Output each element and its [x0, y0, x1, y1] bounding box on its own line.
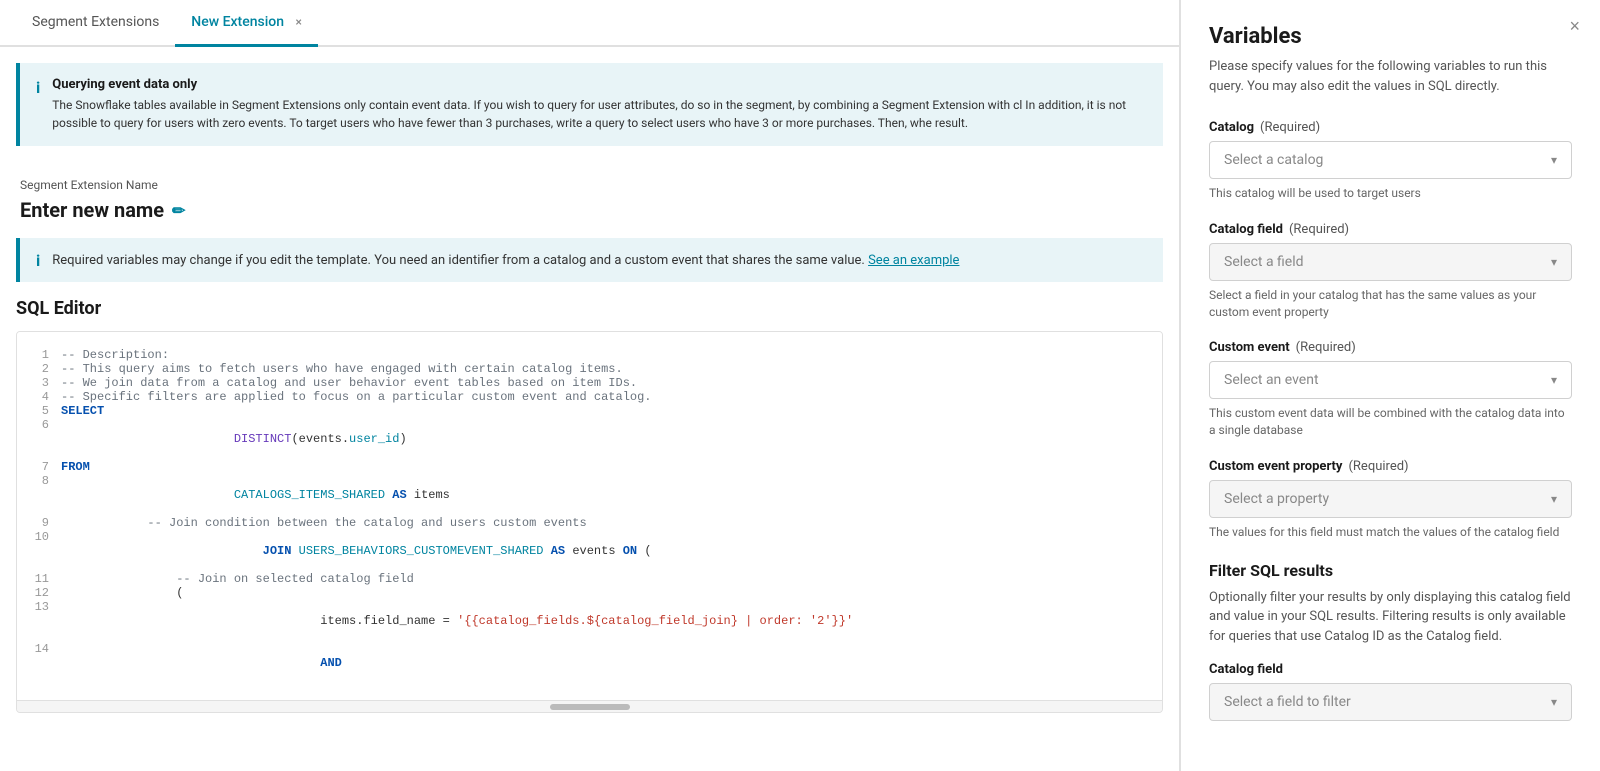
custom-event-hint: This custom event data will be combined …: [1209, 405, 1572, 439]
name-label: Segment Extension Name: [20, 178, 1159, 192]
code-line-9: 9 -- Join condition between the catalog …: [25, 516, 1154, 530]
filter-section-desc: Optionally filter your results by only d…: [1209, 588, 1572, 647]
catalog-field-label: Catalog (Required): [1209, 120, 1572, 135]
code-line-6: 6 DISTINCT(events.user_id): [25, 418, 1154, 460]
left-content: i Querying event data only The Snowflake…: [0, 47, 1179, 771]
catalog-field-field-label: Catalog field (Required): [1209, 222, 1572, 237]
code-line-2: 2 -- This query aims to fetch users who …: [25, 362, 1154, 376]
catalog-field-hint: Select a field in your catalog that has …: [1209, 287, 1572, 321]
catalog-hint: This catalog will be used to target user…: [1209, 185, 1572, 202]
chevron-down-icon-4: ▾: [1551, 492, 1557, 506]
sql-editor-box[interactable]: 1 -- Description: 2 -- This query aims t…: [16, 331, 1163, 713]
chevron-down-icon-2: ▾: [1551, 255, 1557, 269]
name-value: Enter new name ✏: [20, 198, 1159, 222]
code-line-8: 8 CATALOGS_ITEMS_SHARED AS items: [25, 474, 1154, 516]
event-property-select[interactable]: Select a property ▾: [1209, 480, 1572, 518]
tab-new-extension[interactable]: New Extension ×: [175, 0, 318, 47]
filter-section: Filter SQL results Optionally filter you…: [1209, 561, 1572, 722]
warning-info-icon: i: [36, 251, 40, 270]
info-banner-text: The Snowflake tables available in Segmen…: [52, 96, 1147, 132]
event-property-label: Custom event property (Required): [1209, 459, 1572, 474]
field-group-catalog: Catalog (Required) Select a catalog ▾ Th…: [1209, 120, 1572, 202]
name-section: Segment Extension Name Enter new name ✏: [0, 162, 1179, 238]
tab-bar: Segment Extensions New Extension ×: [0, 0, 1179, 47]
edit-name-icon[interactable]: ✏: [172, 201, 185, 220]
info-banner-title: Querying event data only: [52, 77, 1147, 92]
code-line-11: 11 -- Join on selected catalog field: [25, 572, 1154, 586]
panel-title: Variables: [1209, 24, 1572, 49]
code-line-4: 4 -- Specific filters are applied to foc…: [25, 390, 1154, 404]
info-icon: i: [36, 78, 40, 132]
code-line-3: 3 -- We join data from a catalog and use…: [25, 376, 1154, 390]
panel-subtitle: Please specify values for the following …: [1209, 57, 1572, 96]
info-banner: i Querying event data only The Snowflake…: [16, 63, 1163, 146]
filter-catalog-field-label: Catalog field: [1209, 662, 1572, 677]
event-property-hint: The values for this field must match the…: [1209, 524, 1572, 541]
see-example-link[interactable]: See an example: [868, 253, 959, 268]
field-group-catalog-field: Catalog field (Required) Select a field …: [1209, 222, 1572, 321]
warning-text: Required variables may change if you edi…: [52, 253, 959, 268]
field-group-custom-event: Custom event (Required) Select an event …: [1209, 340, 1572, 439]
tab-close-icon[interactable]: ×: [296, 15, 302, 29]
code-line-7: 7 FROM: [25, 460, 1154, 474]
scrollbar-thumb[interactable]: [550, 704, 630, 710]
catalog-field-select[interactable]: Select a field ▾: [1209, 243, 1572, 281]
close-button[interactable]: ×: [1569, 16, 1580, 37]
code-line-13: 13 items.field_name = '{{catalog_fields.…: [25, 600, 1154, 642]
filter-section-title: Filter SQL results: [1209, 561, 1572, 580]
left-panel: Segment Extensions New Extension × i Que…: [0, 0, 1180, 771]
warning-banner: i Required variables may change if you e…: [16, 238, 1163, 282]
sql-editor-section: SQL Editor 1 -- Description: 2 -- This q…: [0, 298, 1179, 729]
chevron-down-icon-3: ▾: [1551, 373, 1557, 387]
custom-event-select[interactable]: Select an event ▾: [1209, 361, 1572, 399]
right-panel: × Variables Please specify values for th…: [1180, 0, 1600, 771]
code-line-14: 14 AND: [25, 642, 1154, 684]
chevron-down-icon-5: ▾: [1551, 695, 1557, 709]
tab-segment-extensions[interactable]: Segment Extensions: [16, 0, 175, 47]
code-area[interactable]: 1 -- Description: 2 -- This query aims t…: [17, 332, 1162, 700]
custom-event-label: Custom event (Required): [1209, 340, 1572, 355]
horizontal-scrollbar[interactable]: [17, 700, 1162, 712]
sql-editor-title: SQL Editor: [16, 298, 1163, 319]
code-line-5: 5 SELECT: [25, 404, 1154, 418]
field-group-event-property: Custom event property (Required) Select …: [1209, 459, 1572, 541]
chevron-down-icon: ▾: [1551, 153, 1557, 167]
code-line-12: 12 (: [25, 586, 1154, 600]
catalog-select[interactable]: Select a catalog ▾: [1209, 141, 1572, 179]
filter-catalog-field-select[interactable]: Select a field to filter ▾: [1209, 683, 1572, 721]
code-line-10: 10 JOIN USERS_BEHAVIORS_CUSTOMEVENT_SHAR…: [25, 530, 1154, 572]
code-line-1: 1 -- Description:: [25, 348, 1154, 362]
